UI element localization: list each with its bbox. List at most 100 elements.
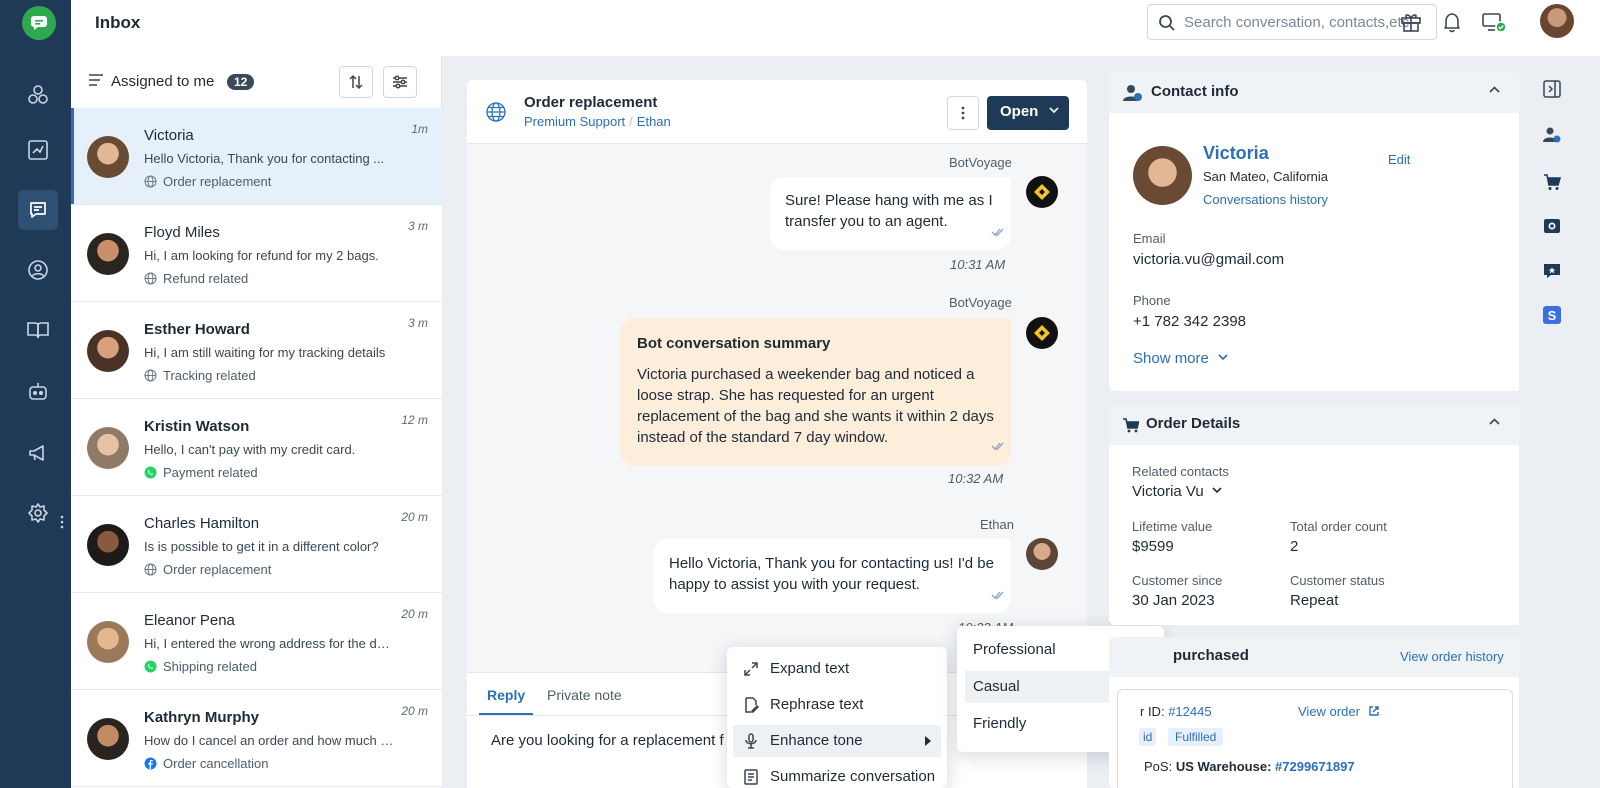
conversation-breadcrumb: Premium Support / Ethan: [524, 114, 671, 129]
cart-icon[interactable]: [1543, 173, 1561, 191]
more-options-icon[interactable]: [60, 514, 64, 530]
filter-settings-button[interactable]: [383, 66, 417, 98]
pos-place: US Warehouse:: [1175, 759, 1272, 774]
conversation-list-item[interactable]: Charles Hamilton 20 m Is is possible to ge…: [71, 496, 442, 593]
tab-private-note[interactable]: Private note: [547, 687, 622, 703]
conversation-list-item[interactable]: Esther Howard 3 m Hi, I am still waiting f…: [71, 302, 442, 399]
conversation-list-item[interactable]: Eleanor Pena 20 m Hi, I entered the wrong …: [71, 593, 442, 690]
list-header: Assigned to me 12: [71, 56, 442, 108]
filter-label[interactable]: Assigned to me: [111, 73, 214, 90]
group-link[interactable]: Premium Support: [524, 114, 625, 129]
agent-link[interactable]: Ethan: [637, 114, 671, 129]
dashboard-icon[interactable]: [18, 75, 58, 115]
campaigns-icon[interactable]: [18, 433, 58, 473]
contact-avatar: [87, 621, 129, 663]
conversation-time: 20 m: [401, 607, 428, 621]
filter-menu-icon[interactable]: [89, 74, 103, 86]
view-order-history-link[interactable]: View order history: [1400, 649, 1504, 664]
customer-since-label: Customer since: [1132, 573, 1223, 588]
view-order-link[interactable]: View order: [1298, 704, 1380, 719]
order-id-link[interactable]: #12445: [1168, 704, 1211, 719]
menu-item-rephrase-text[interactable]: Rephrase text: [733, 689, 941, 721]
conversation-preview: Hi, I am still waiting for my tracking d…: [144, 345, 386, 360]
conversation-list-item[interactable]: Kathryn Murphy 20 m How do I cancel an ord…: [71, 690, 442, 787]
conversation-title: Order replacement: [524, 94, 658, 111]
related-contacts-dropdown[interactable]: Victoria Vu: [1132, 483, 1222, 501]
lifetime-value: $9599: [1132, 538, 1174, 555]
edit-contact-link[interactable]: Edit: [1388, 152, 1410, 167]
order-details-heading: Order Details: [1146, 415, 1241, 432]
conversation-preview: Hi, I entered the wrong address for the …: [144, 636, 394, 651]
conversation-list-item[interactable]: Victoria 1m Hello Victoria, Thank you for …: [71, 108, 442, 205]
contact-info-header[interactable]: Contact info: [1109, 73, 1522, 113]
conversation-contact-name: Esther Howard: [144, 321, 250, 338]
menu-item-expand-text[interactable]: Expand text: [733, 653, 941, 685]
summary-icon: [744, 769, 758, 785]
user-avatar[interactable]: [1540, 4, 1574, 38]
chevron-down-icon: [1212, 487, 1222, 494]
pos-line: PoS: US Warehouse: #7299671897: [1144, 759, 1355, 774]
fulfilled-badge: Fulfilled: [1168, 728, 1224, 746]
summary-heading: Bot conversation summary: [637, 335, 831, 352]
agent-status-icon[interactable]: [1481, 10, 1507, 34]
status-open-label: Open: [1000, 103, 1039, 120]
reply-input[interactable]: Are you looking for a replacement f: [491, 732, 724, 749]
gift-icon[interactable]: [1399, 10, 1423, 34]
message-text: Sure! Please hang with me as I transfer …: [785, 192, 993, 230]
double-check-icon: [991, 442, 1004, 451]
phone-value[interactable]: +1 782 342 2398: [1133, 313, 1246, 330]
conversation-list-item[interactable]: Floyd Miles 3 m Hi, I am looking for refun…: [71, 205, 442, 302]
customer-since: 30 Jan 2023: [1132, 592, 1215, 609]
conversation-time: 1m: [411, 122, 428, 136]
tickets-icon[interactable]: [18, 130, 58, 170]
contact-name[interactable]: Victoria: [1203, 143, 1269, 164]
message-text: Hello Victoria, Thank you for contacting…: [669, 555, 994, 593]
sliders-icon: [393, 75, 407, 89]
search-input[interactable]: Search conversation, contacts,etc.: [1147, 4, 1437, 40]
conversation-more-button[interactable]: [947, 96, 979, 130]
status-open-button[interactable]: Open: [987, 96, 1069, 130]
order-details-header[interactable]: Order Details: [1109, 405, 1522, 445]
top-bar: Inbox Search conversation, contacts,etc.: [71, 0, 1600, 56]
conversation-contact-name: Charles Hamilton: [144, 515, 260, 532]
menu-item-label: Expand text: [770, 660, 850, 677]
message-time: 10:31 AM: [950, 257, 1006, 272]
bot-icon[interactable]: [18, 372, 58, 412]
notifications-bell-icon[interactable]: [1440, 10, 1464, 34]
web-channel-icon: [144, 369, 157, 382]
conversation-count-badge: 12: [227, 74, 255, 90]
menu-item-enhance-tone[interactable]: Enhance tone: [733, 725, 941, 757]
customer-status: Repeat: [1290, 592, 1339, 609]
pos-id-link[interactable]: #7299671897: [1275, 759, 1355, 774]
purchased-header[interactable]: purchased View order history: [1109, 637, 1522, 677]
menu-item-summarize[interactable]: Summarize conversation: [733, 761, 941, 788]
s-app-icon[interactable]: S: [1543, 306, 1561, 324]
tab-reply[interactable]: Reply: [478, 687, 534, 715]
chevron-down-icon: [1048, 107, 1059, 114]
email-value[interactable]: victoria.vu@gmail.com: [1133, 251, 1284, 268]
sort-button[interactable]: [339, 66, 373, 98]
contact-info-card: Contact info Victoria Edit San Mateo, Ca…: [1109, 73, 1522, 391]
cart-icon: [1123, 418, 1139, 433]
conversation-list-item[interactable]: Kristin Watson 12 m Hello, I can't pay wit…: [71, 399, 442, 496]
app-logo-icon[interactable]: [22, 6, 56, 40]
conversations-icon[interactable]: [18, 190, 58, 230]
contact-details-icon[interactable]: [1543, 126, 1561, 144]
kebab-icon: [961, 106, 965, 120]
contacts-icon[interactable]: [18, 250, 58, 290]
camera-app-icon[interactable]: [1543, 217, 1561, 235]
conversation-preview: Hello, I can't pay with my credit card.: [144, 442, 356, 457]
conversation-topic-label: Payment related: [163, 465, 258, 480]
contact-location: San Mateo, California: [1203, 169, 1329, 184]
conversation-preview: Is is possible to get it in a different …: [144, 539, 379, 554]
conversations-history-link[interactable]: Conversations history: [1203, 192, 1328, 207]
settings-icon[interactable]: [18, 493, 58, 533]
double-check-icon: [991, 228, 1004, 237]
show-more-link[interactable]: Show more: [1133, 350, 1228, 367]
conversation-time: 12 m: [401, 413, 428, 427]
contact-avatar: [87, 233, 129, 275]
conversation-preview: Hello Victoria, Thank you for contacting…: [144, 151, 385, 166]
collapse-panel-icon[interactable]: [1543, 80, 1561, 98]
knowledge-base-icon[interactable]: [18, 310, 58, 350]
chat-app-icon[interactable]: [1543, 262, 1561, 280]
